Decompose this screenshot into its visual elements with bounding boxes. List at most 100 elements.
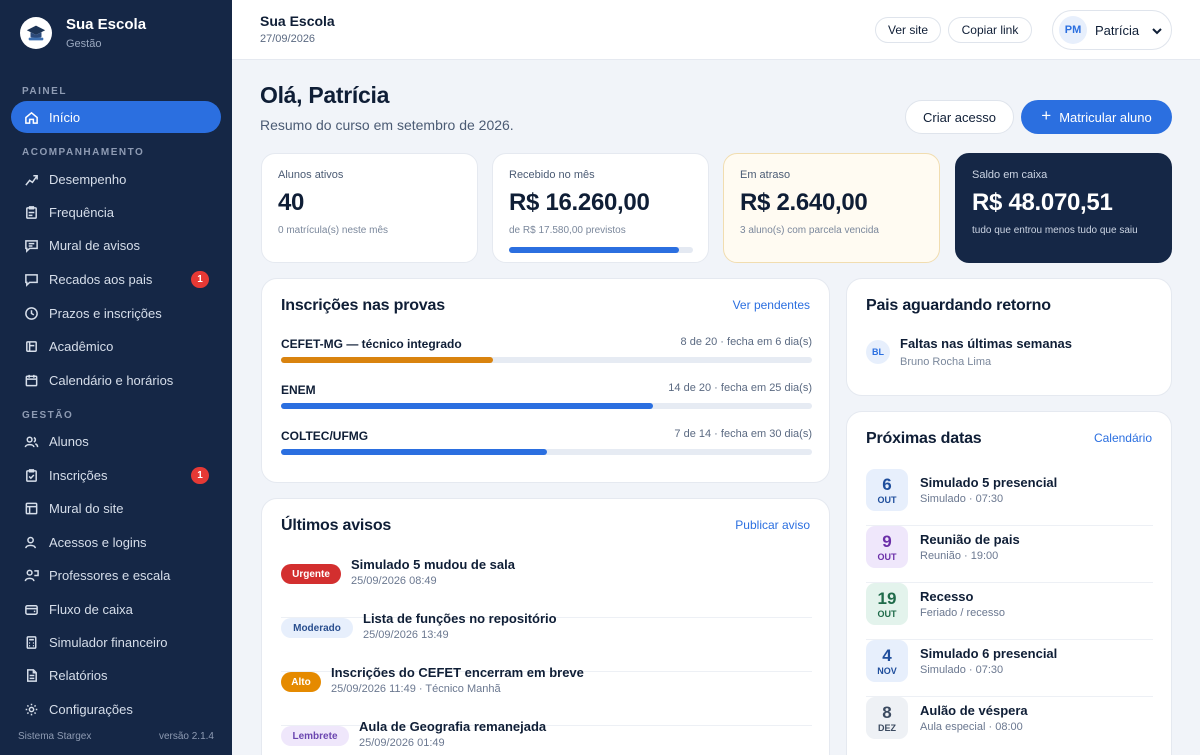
notice-item[interactable]: Lembrete Aula de Geografia remanejada 25/0…	[281, 719, 812, 755]
teacher-icon	[23, 567, 39, 583]
sidebar-item[interactable]: Calendário e horários	[11, 364, 221, 396]
event-subtitle: Aula especial · 08:00	[920, 721, 1023, 733]
enroll-student-label: Matricular aluno	[1059, 109, 1152, 125]
sidebar-item-label: Calendário e horários	[49, 372, 174, 388]
users-icon	[23, 433, 39, 449]
sidebar-item[interactable]: Relatórios	[11, 659, 221, 691]
sidebar-item[interactable]: Início	[11, 101, 221, 133]
exam-progress-bar	[281, 403, 812, 409]
sidebar-item-label: Configurações	[49, 701, 133, 717]
notice-title: Simulado 5 mudou de sala	[351, 557, 515, 572]
exam-progress-bar	[281, 449, 812, 455]
school-title: Sua Escola	[260, 13, 335, 29]
stat-label: Saldo em caixa	[972, 169, 1048, 181]
sidebar-item[interactable]: Desempenho	[11, 163, 221, 195]
event-title: Simulado 5 presencial	[920, 475, 1058, 490]
notice-item[interactable]: Alto Inscrições do CEFET encerram em brev…	[281, 665, 812, 726]
layout-icon	[23, 500, 39, 516]
system-name: Sistema Stargex	[18, 731, 92, 742]
create-access-button[interactable]: Criar acesso	[905, 100, 1014, 134]
plus-icon: +	[1041, 106, 1052, 125]
version-label: versão 2.1.4	[158, 731, 214, 742]
sidebar-item[interactable]: Frequência	[11, 196, 221, 228]
brand[interactable]: Sua Escola Gestão	[20, 16, 146, 50]
stat-note: 3 aluno(s) com parcela vencida	[740, 225, 879, 236]
notice-title: Aula de Geografia remanejada	[359, 719, 547, 734]
view-pending-link[interactable]: Ver pendentes	[733, 298, 810, 312]
card-title: Próximas datas	[866, 430, 982, 447]
sidebar-item[interactable]: Mural do site	[11, 492, 221, 524]
sidebar-item[interactable]: Recados aos pais 1	[11, 263, 221, 295]
exam-progress-fill	[281, 449, 547, 455]
sidebar-item-label: Inscrições	[49, 467, 108, 483]
sidebar-item[interactable]: Fluxo de caixa	[11, 593, 221, 625]
publish-notice-link[interactable]: Publicar aviso	[735, 518, 810, 532]
event-item[interactable]: 8 DEZ Aulão de véspera Aula especial · 08:0…	[866, 697, 1153, 754]
stat-card-active-students: Alunos ativos 40 0 matrícula(s) neste mê…	[261, 153, 478, 263]
sidebar-item-label: Alunos	[49, 433, 89, 449]
event-day: 9	[882, 531, 892, 551]
exam-progress-fill	[281, 403, 653, 409]
date-badge: 9 OUT	[866, 526, 908, 568]
sidebar-item[interactable]: Mural de avisos	[11, 229, 221, 261]
enroll-student-button[interactable]: + Matricular aluno	[1021, 100, 1172, 134]
sidebar-item[interactable]: Alunos	[11, 425, 221, 457]
sidebar-item-label: Mural de avisos	[49, 237, 141, 253]
sidebar-item-label: Desempenho	[49, 171, 127, 187]
pending-item-title[interactable]: Faltas nas últimas semanas	[900, 336, 1072, 351]
chart-icon	[23, 171, 39, 187]
event-month: OUT	[877, 608, 897, 619]
event-subtitle: Feriado / recesso	[920, 607, 1005, 619]
sidebar-item[interactable]: Simulador financeiro	[11, 626, 221, 658]
stat-label: Alunos ativos	[278, 169, 344, 181]
event-month: NOV	[877, 665, 897, 676]
sidebar-item[interactable]: Configurações	[11, 693, 221, 725]
user-menu[interactable]: PM Patrícia	[1052, 10, 1172, 50]
date-badge: 4 NOV	[866, 640, 908, 682]
nav-section-painel: PAINEL	[22, 86, 67, 97]
page-subtitle: Resumo do curso em setembro de 2026.	[260, 117, 514, 133]
calendar-link[interactable]: Calendário	[1094, 431, 1152, 445]
event-item[interactable]: 19 OUT Recesso Feriado / recesso	[866, 583, 1153, 640]
priority-badge: Lembrete	[281, 726, 349, 746]
event-item[interactable]: 6 OUT Simulado 5 presencial Simulado · 07:3…	[866, 469, 1153, 526]
sidebar-item[interactable]: Professores e escala	[11, 559, 221, 591]
calculator-icon	[23, 634, 39, 650]
sidebar-item[interactable]: Inscrições 1	[11, 459, 221, 491]
view-site-button[interactable]: Ver site	[875, 17, 941, 43]
sidebar-item-label: Fluxo de caixa	[49, 601, 133, 617]
top-bar: Sua Escola 27/09/2026 Ver site Copiar li…	[232, 0, 1200, 60]
notice-item[interactable]: Urgente Simulado 5 mudou de sala 25/09/202…	[281, 557, 812, 618]
clipboard-icon	[23, 204, 39, 220]
sidebar-item-label: Recados aos pais	[49, 271, 153, 287]
sidebar-item-label: Prazos e inscrições	[49, 305, 162, 321]
notice-item[interactable]: Moderado Lista de funções no repositório 2…	[281, 611, 812, 672]
notice-time: 25/09/2026 01:49	[359, 737, 445, 749]
stat-note: tudo que entrou menos tudo que saiu	[972, 225, 1138, 236]
event-item[interactable]: 9 OUT Reunião de pais Reunião · 19:00	[866, 526, 1153, 583]
exam-meta: 8 de 20 · fecha em 6 dia(s)	[680, 336, 812, 348]
event-title: Reunião de pais	[920, 532, 1020, 547]
exam-meta: 7 de 14 · fecha em 30 dia(s)	[674, 428, 812, 440]
priority-badge: Alto	[281, 672, 321, 692]
upcoming-dates-card: Próximas datas Calendário 6 OUT Simulado 5…	[846, 411, 1172, 755]
sidebar-footer: Sistema Stargex versão 2.1.4	[18, 731, 214, 742]
sidebar-item[interactable]: Acessos e logins	[11, 526, 221, 558]
exam-name: CEFET-MG — técnico integrado	[281, 337, 462, 351]
notice-title: Inscrições do CEFET encerram em breve	[331, 665, 584, 680]
received-progress-fill	[509, 247, 680, 253]
sidebar-item[interactable]: Acadêmico	[11, 330, 221, 362]
event-item[interactable]: 4 NOV Simulado 6 presencial Simulado · 07:3…	[866, 640, 1153, 697]
sidebar-item-label: Início	[49, 109, 81, 125]
wallet-icon	[23, 601, 39, 617]
stat-value: R$ 16.260,00	[509, 189, 650, 216]
sidebar-item-label: Relatórios	[49, 667, 108, 683]
sidebar-item[interactable]: Prazos e inscrições	[11, 297, 221, 329]
sidebar-item-label: Mural do site	[49, 500, 124, 516]
copy-link-button[interactable]: Copiar link	[948, 17, 1032, 43]
current-date: 27/09/2026	[260, 33, 316, 45]
home-icon	[23, 109, 39, 125]
calendar-icon	[23, 372, 39, 388]
book-icon	[23, 338, 39, 354]
received-progress-bar	[509, 247, 693, 253]
